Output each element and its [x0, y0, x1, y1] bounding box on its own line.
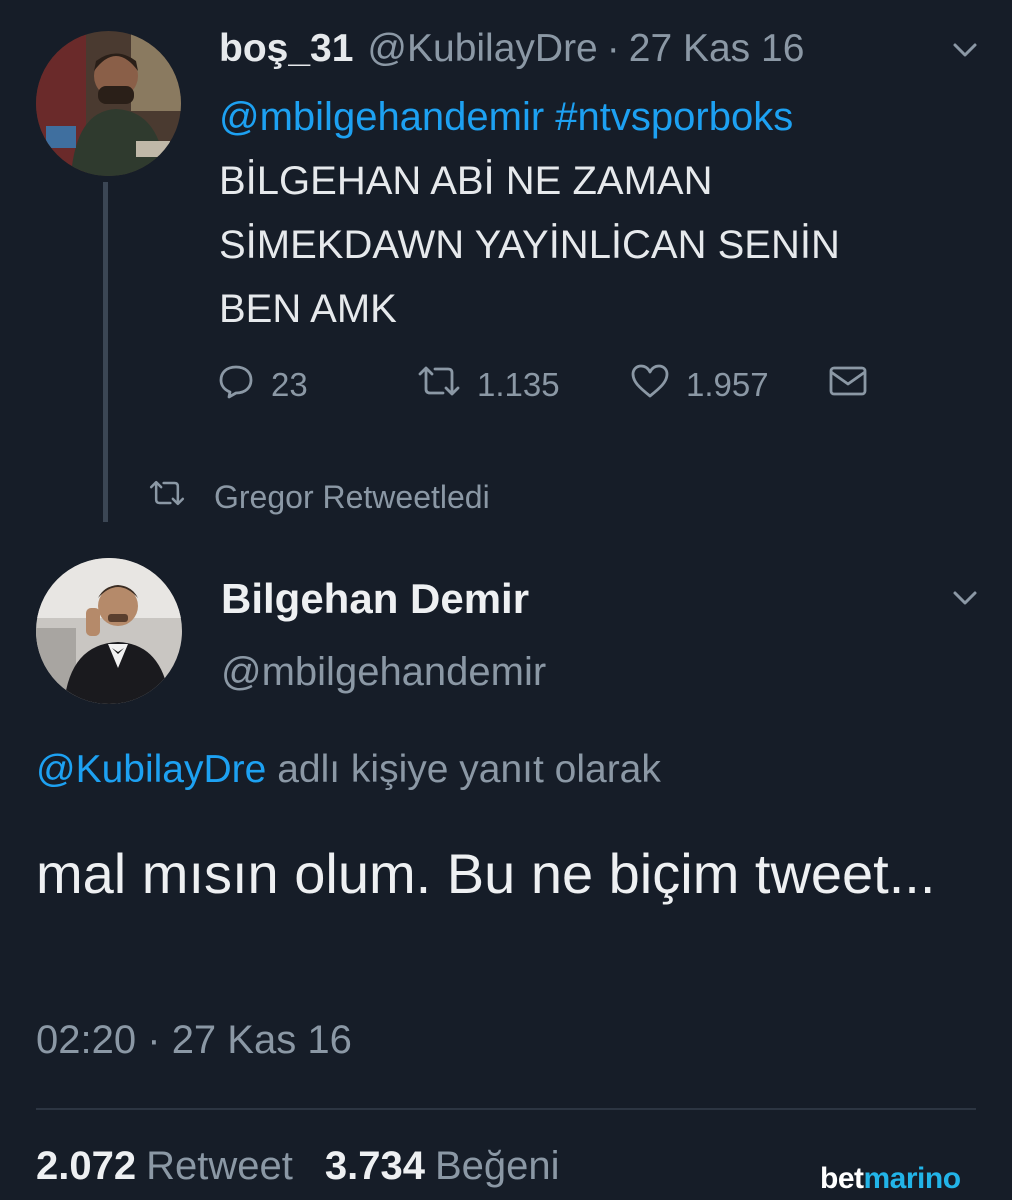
divider [36, 1108, 976, 1110]
watermark-part1: bet [820, 1162, 864, 1195]
thread-connector-line [103, 182, 108, 522]
tweet1-header: boş_31 @KubilayDre · 27 Kas 16 [219, 22, 804, 76]
like-total[interactable]: 3.734 [325, 1144, 425, 1189]
author-name[interactable]: Bilgehan Demir [221, 575, 529, 623]
retweet-notice-text[interactable]: Gregor Retweetledi [214, 479, 490, 516]
tweet-text: mal mısın olum. Bu ne biçim tweet... [36, 842, 936, 905]
tweet-screenshot: boş_31 @KubilayDre · 27 Kas 16 @mbilgeha… [0, 0, 1012, 1200]
mention-hashtag-line[interactable]: @mbilgehandemir #ntvsporboks [219, 85, 979, 149]
separator-dot: · [606, 27, 620, 70]
author-name[interactable]: boş_31 [219, 27, 353, 71]
author-handle[interactable]: @mbilgehandemir [221, 650, 546, 695]
like-label[interactable]: Beğeni [435, 1144, 560, 1189]
retweet-icon [148, 478, 214, 516]
author-avatar-mbilgehandemir[interactable] [36, 558, 182, 704]
reply-button[interactable]: 23 [217, 362, 417, 408]
watermark-part2: marino [863, 1162, 962, 1195]
dm-button[interactable] [828, 364, 884, 406]
tweet-date[interactable]: 27 Kas 16 [629, 27, 805, 71]
like-icon [630, 363, 686, 407]
reply-to-suffix: adlı kişiye yanıt olarak [277, 748, 661, 791]
chevron-down-icon[interactable] [952, 40, 978, 65]
reply-context: @KubilayDre adlı kişiye yanıt olarak [36, 748, 661, 792]
retweet-icon [417, 363, 477, 407]
like-count: 1.957 [686, 366, 769, 403]
tweet-time: 02:20 [36, 1018, 137, 1062]
tweet1-body: @mbilgehandemir #ntvsporboks BİLGEHAN AB… [219, 85, 979, 341]
dm-icon [828, 364, 884, 406]
tweet-text-line: SİMEKDAWN YAYİNLİCAN SENİN [219, 223, 840, 267]
retweet-button[interactable]: 1.135 [417, 363, 630, 407]
like-button[interactable]: 1.957 [630, 363, 828, 407]
author-handle[interactable]: @KubilayDre [367, 27, 597, 71]
reply-count: 23 [271, 366, 308, 403]
tweet-stats: 2.072 Retweet 3.734 Beğeni [36, 1144, 592, 1189]
tweet-text-line: BİLGEHAN ABİ NE ZAMAN [219, 159, 713, 203]
tweet-text-line: BEN AMK [219, 287, 397, 331]
retweet-total[interactable]: 2.072 [36, 1144, 136, 1189]
retweet-label[interactable]: Retweet [146, 1144, 293, 1189]
reply-icon [217, 362, 271, 408]
retweet-count: 1.135 [477, 366, 560, 403]
chevron-down-icon[interactable] [952, 588, 978, 613]
retweet-notice: Gregor Retweetledi [148, 472, 490, 522]
tweet-date: 27 Kas 16 [171, 1018, 352, 1062]
tweet1-actions: 23 1.135 1.957 [217, 360, 884, 410]
separator-dot: · [147, 1018, 161, 1062]
reply-to-handle-link[interactable]: @KubilayDre [36, 748, 266, 791]
watermark-logo: betmarino [820, 1162, 961, 1196]
author-avatar-kubilaydre[interactable] [36, 31, 181, 176]
tweet-timestamp[interactable]: 02:20 · 27 Kas 16 [36, 1018, 352, 1063]
